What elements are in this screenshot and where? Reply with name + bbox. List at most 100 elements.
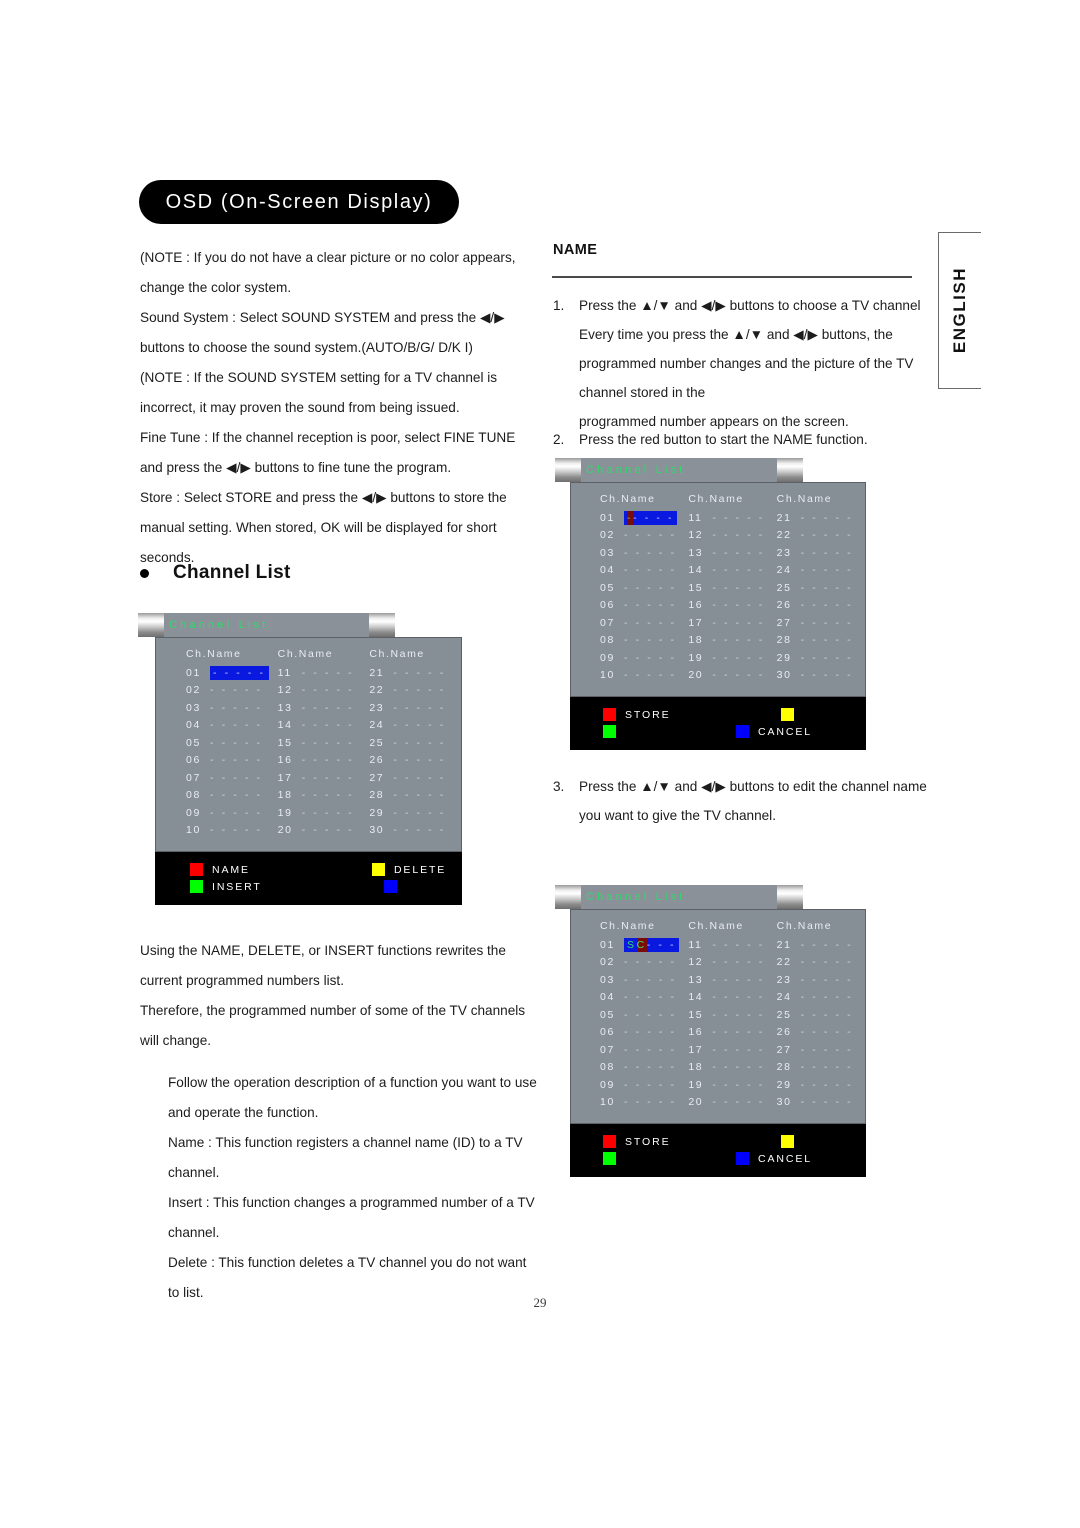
osd-channel-name[interactable]: - - - - - [801,1026,854,1038]
osd-channel-name[interactable]: - - - - - [624,956,677,968]
osd-channel-row[interactable]: 07 - - - - - [186,769,278,787]
osd-channel-name[interactable]: - - - - - [801,599,854,611]
osd-channel-name[interactable]: - - - - - [801,1009,854,1021]
osd-channel-row[interactable]: 03 - - - - - [186,699,278,717]
osd-channel-name[interactable]: - - - - - [624,669,677,681]
osd-red-button[interactable]: STORE [603,708,670,721]
osd-red-button[interactable]: NAME [190,863,250,876]
osd-channel-name[interactable]: - - - - - [393,807,446,819]
osd-channel-row[interactable]: 24 - - - - - [777,562,865,580]
osd-yellow-button[interactable]: DELETE [371,863,446,876]
osd-channel-row[interactable]: 24 - - - - - [369,717,461,735]
osd-channel-row[interactable]: 27 - - - - - [777,614,865,632]
osd-channel-row[interactable]: 23 - - - - - [777,971,865,989]
osd-blue-button[interactable]: CANCEL [736,725,812,738]
osd-channel-row[interactable]: 08 - - - - - [600,632,688,650]
osd-channel-name[interactable]: - - - - - [712,1079,765,1091]
osd-channel-row[interactable]: 18 - - - - - [688,1059,776,1077]
osd-channel-name[interactable]: - - - - - [393,824,446,836]
osd-channel-name[interactable]: - - - - - [712,582,765,594]
osd-channel-name[interactable]: - - - - - [624,974,677,986]
osd-channel-row[interactable]: 11 - - - - - [278,664,370,682]
osd-channel-row[interactable]: 21 - - - - - [777,509,865,527]
osd-channel-row[interactable]: 25 - - - - - [369,734,461,752]
osd-channel-row[interactable]: 19 - - - - - [688,649,776,667]
osd-channel-name[interactable]: - - - - - [801,547,854,559]
osd-channel-name[interactable]: - - - - - [302,789,355,801]
osd-channel-name[interactable]: - - - - - [712,1009,765,1021]
osd-red-button[interactable]: STORE [603,1135,670,1148]
osd-channel-row[interactable]: 24 - - - - - [777,989,865,1007]
osd-channel-name[interactable]: - - - - - [302,684,355,696]
osd-channel-name[interactable]: - - - - - [624,634,677,646]
osd-channel-row[interactable]: 22 - - - - - [777,954,865,972]
osd-channel-name[interactable]: - - - - - [210,772,263,784]
osd-channel-row[interactable]: 10 - - - - - [186,822,278,840]
osd-blue-button[interactable] [383,880,406,893]
osd-channel-name[interactable]: - - - - - [712,1026,765,1038]
osd-channel-name[interactable]: - - - - - [210,737,263,749]
osd-channel-name[interactable]: - - - - - [302,772,355,784]
osd-channel-name[interactable]: - - - - - [801,617,854,629]
osd-channel-name[interactable]: - - - - - [624,599,677,611]
osd-channel-name[interactable]: - - - - - [624,617,677,629]
osd-channel-row[interactable]: 14 - - - - - [688,989,776,1007]
osd-channel-row[interactable]: 02 - - - - - [600,954,688,972]
osd-channel-row[interactable]: 18 - - - - - [278,787,370,805]
osd-channel-name[interactable]: - - - - - [210,702,263,714]
osd-channel-name[interactable]: - - - - - [624,991,677,1003]
osd-channel-name[interactable]: - - - - - [624,564,677,576]
osd-channel-name[interactable]: - - - - - [801,1096,854,1108]
osd-channel-row[interactable]: 21 - - - - - [369,664,461,682]
osd-channel-name[interactable]: - - - - - [801,652,854,664]
osd-channel-row[interactable]: 26 - - - - - [369,752,461,770]
osd-channel-row[interactable]: 28 - - - - - [777,1059,865,1077]
osd-channel-name[interactable]: - - - - - [712,564,765,576]
osd-channel-name[interactable]: - - - - - [624,1009,677,1021]
osd-channel-name[interactable]: - - - - - [302,719,355,731]
osd-channel-name[interactable]: - - - - - [712,1061,765,1073]
osd-channel-name[interactable]: - - - - - [624,1061,677,1073]
osd-channel-row[interactable]: 29 - - - - - [777,1076,865,1094]
osd-channel-name[interactable]: - - - - - [210,665,269,680]
osd-channel-row[interactable]: 16 - - - - - [278,752,370,770]
osd-channel-name[interactable]: - - - - - [712,529,765,541]
osd-channel-name[interactable]: - - - - - [712,991,765,1003]
osd-channel-name[interactable]: - - - - - [712,974,765,986]
osd-channel-name[interactable]: - - - - - [624,547,677,559]
osd-channel-list-widget-1[interactable]: Channel List Ch.Name 01 - - - - - 02 - - - -… [138,613,462,905]
osd-channel-row[interactable]: 12 - - - - - [688,954,776,972]
osd-channel-row[interactable]: 30 - - - - - [777,667,865,685]
osd-channel-name[interactable]: - - - - - [712,1044,765,1056]
osd-channel-name[interactable]: - - - - - [210,719,263,731]
osd-channel-row[interactable]: 22 - - - - - [369,682,461,700]
osd-channel-name[interactable]: - - - - - [210,807,263,819]
osd-channel-row[interactable]: 02 - - - - - [186,682,278,700]
osd-channel-row[interactable]: 09 - - - - - [600,649,688,667]
osd-channel-row[interactable]: 28 - - - - - [777,632,865,650]
osd-channel-name[interactable]: - - - - - [712,939,765,951]
osd-channel-row[interactable]: 15 - - - - - [688,579,776,597]
osd-channel-row[interactable]: 05 - - - - - [186,734,278,752]
osd-channel-name[interactable]: - - - - - [302,667,355,679]
osd-channel-name[interactable]: - - - - - [801,939,854,951]
osd-channel-name[interactable]: - - - - - [624,1079,677,1091]
osd-channel-list-widget-3[interactable]: Channel List Ch.Name 01 SC- - - 02 - - - - -… [555,885,866,1177]
osd-channel-row[interactable]: 17 - - - - - [688,1041,776,1059]
osd-channel-row[interactable]: 02 - - - - - [600,527,688,545]
osd-channel-row[interactable]: 18 - - - - - [688,632,776,650]
osd-channel-row[interactable]: 19 - - - - - [278,804,370,822]
osd-channel-row[interactable]: 17 - - - - - [688,614,776,632]
osd-channel-name[interactable]: - - - - - [712,547,765,559]
osd-channel-name[interactable]: - - - - - [801,974,854,986]
osd-channel-name[interactable]: - - - - - [801,991,854,1003]
osd-channel-list-widget-2[interactable]: Channel List Ch.Name 01 -- - - - 02 - - - - … [555,458,866,750]
osd-channel-row[interactable]: 20 - - - - - [278,822,370,840]
osd-channel-name[interactable]: - - - - - [712,669,765,681]
osd-channel-name[interactable]: - - - - - [624,529,677,541]
osd-channel-row[interactable]: 21 - - - - - [777,936,865,954]
osd-channel-name[interactable]: - - - - - [302,754,355,766]
osd-channel-row[interactable]: 16 - - - - - [688,1024,776,1042]
osd-channel-row[interactable]: 26 - - - - - [777,1024,865,1042]
osd-channel-row[interactable]: 30 - - - - - [369,822,461,840]
